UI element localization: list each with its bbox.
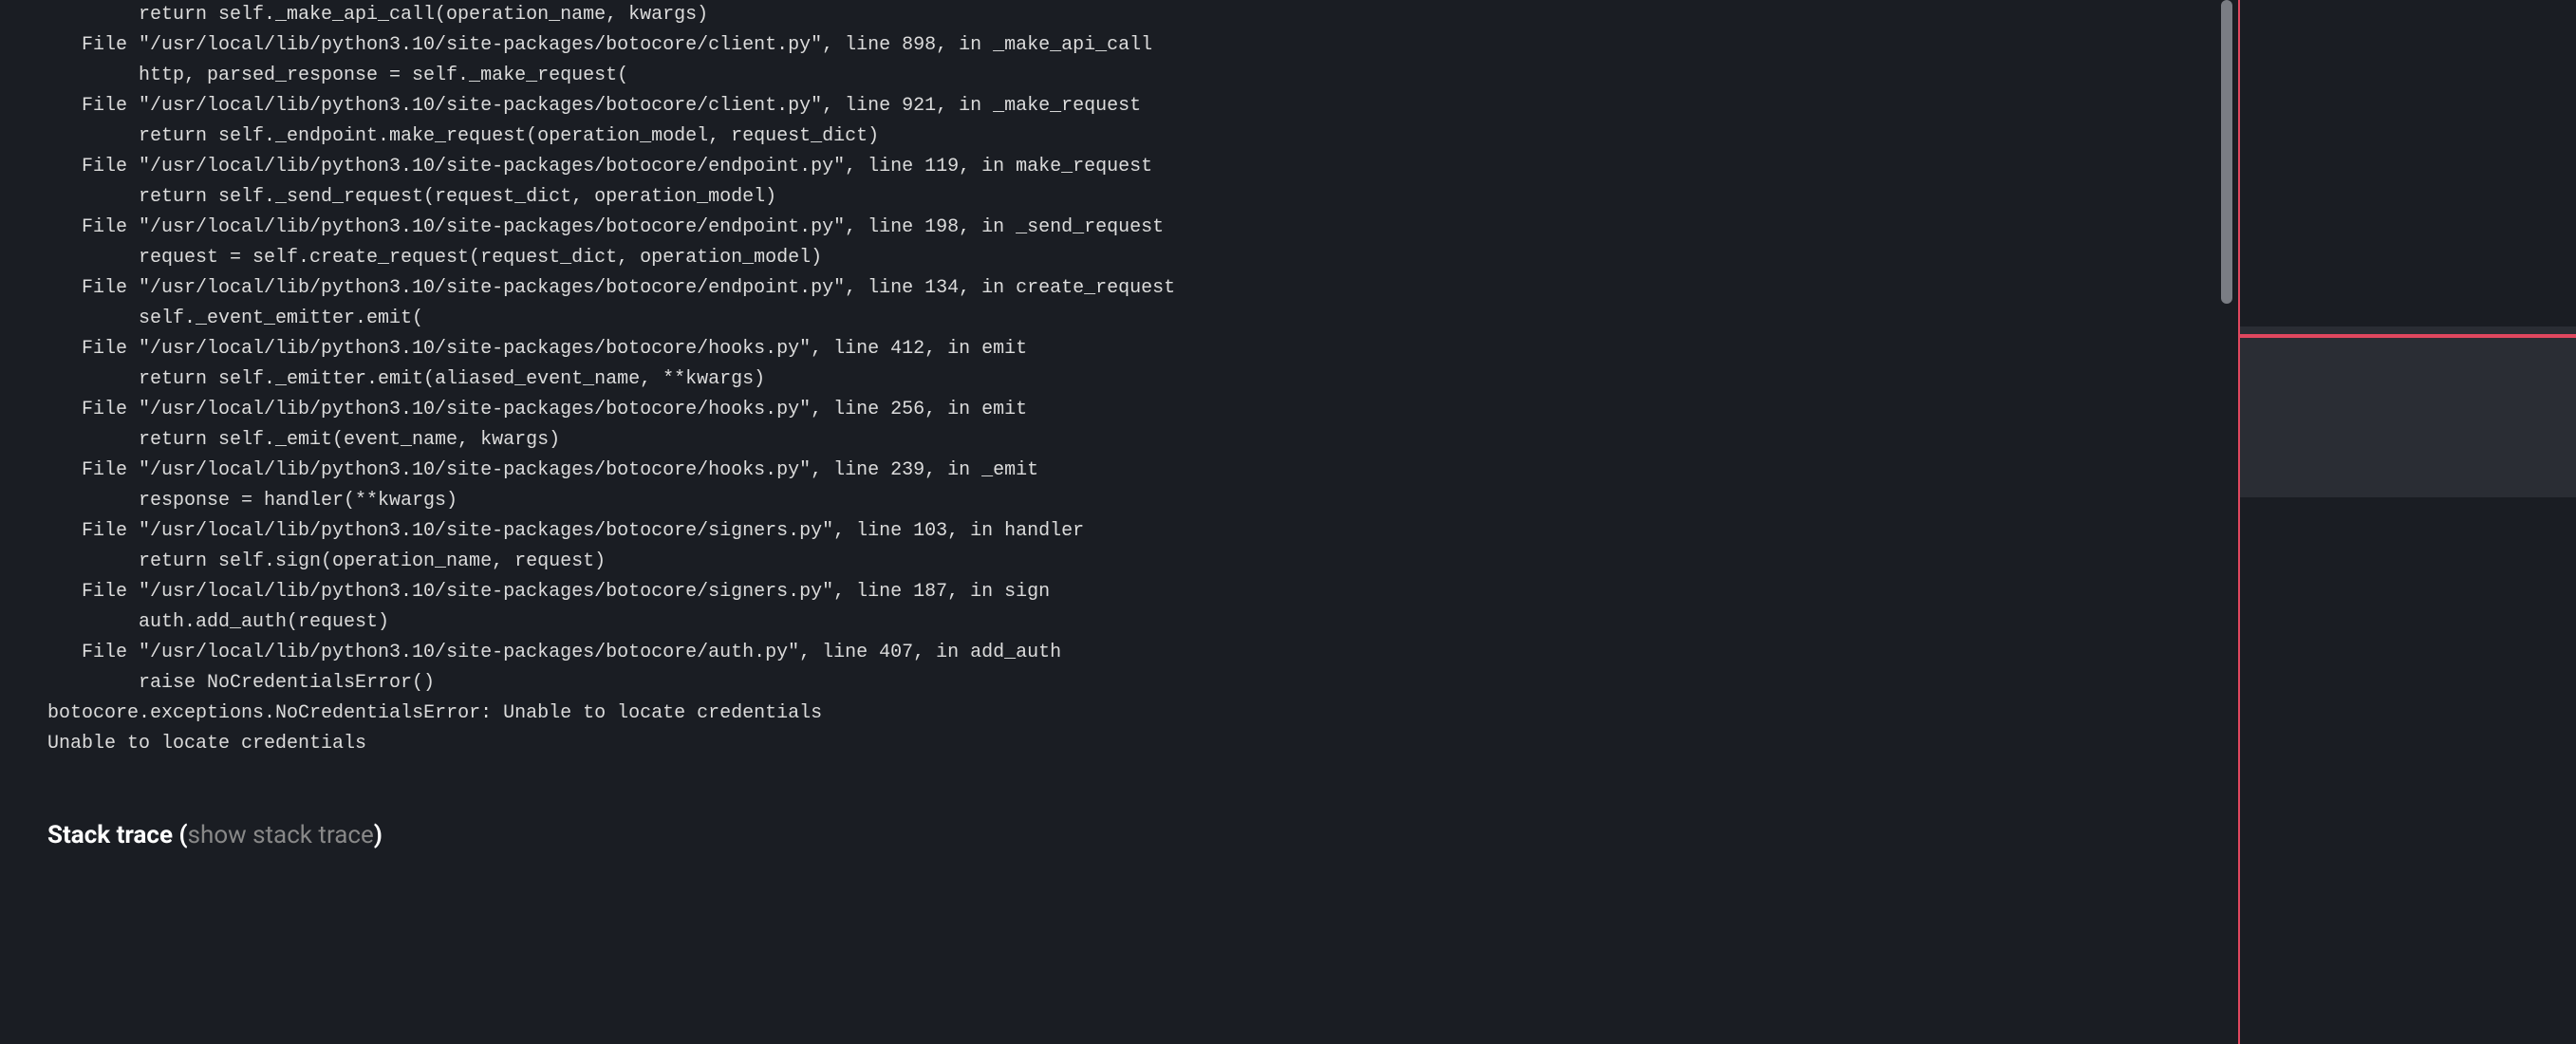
traceback-frame-line: File "/usr/local/lib/python3.10/site-pac… xyxy=(47,334,2191,364)
traceback-code-line: return self.sign(operation_name, request… xyxy=(47,547,2191,577)
traceback-frame-line: File "/usr/local/lib/python3.10/site-pac… xyxy=(47,213,2191,243)
traceback-frame-line: File "/usr/local/lib/python3.10/site-pac… xyxy=(47,152,2191,182)
scrollbar-thumb[interactable] xyxy=(2221,0,2232,304)
traceback-code-line: raise NoCredentialsError() xyxy=(47,668,2191,699)
traceback-frame-line: File "/usr/local/lib/python3.10/site-pac… xyxy=(47,456,2191,486)
stack-trace-label-prefix: Stack trace ( xyxy=(47,821,188,849)
traceback-code-line: response = handler(**kwargs) xyxy=(47,486,2191,516)
minimap-panel xyxy=(2240,0,2576,1044)
traceback-frame-line: File "/usr/local/lib/python3.10/site-pac… xyxy=(47,395,2191,425)
traceback-code-line: return self._emitter.emit(aliased_event_… xyxy=(47,364,2191,395)
traceback-frame-line: File "/usr/local/lib/python3.10/site-pac… xyxy=(47,638,2191,668)
traceback-frame-line: File "/usr/local/lib/python3.10/site-pac… xyxy=(47,91,2191,121)
minimap-region xyxy=(2240,326,2576,497)
minimap-error-marker[interactable] xyxy=(2240,334,2576,338)
traceback-code-line: return self._emit(event_name, kwargs) xyxy=(47,425,2191,456)
traceback-code-line: return self._send_request(request_dict, … xyxy=(47,182,2191,213)
scrollbar-track[interactable] xyxy=(2221,0,2232,1044)
traceback-code-line: self._event_emitter.emit( xyxy=(47,304,2191,334)
traceback-error-line: Unable to locate credentials xyxy=(47,729,2191,759)
traceback-code-line: return self._endpoint.make_request(opera… xyxy=(47,121,2191,152)
show-stack-trace-link[interactable]: show stack trace xyxy=(188,821,374,849)
traceback-frame-line: File "/usr/local/lib/python3.10/site-pac… xyxy=(47,30,2191,61)
stack-trace-toggle-section: Stack trace (show stack trace) xyxy=(0,788,2238,856)
error-log-panel: return self._make_api_call(operation_nam… xyxy=(0,0,2240,1044)
traceback-text[interactable]: return self._make_api_call(operation_nam… xyxy=(0,0,2238,788)
traceback-code-line: http, parsed_response = self._make_reque… xyxy=(47,61,2191,91)
traceback-code-line: return self._make_api_call(operation_nam… xyxy=(47,0,2191,30)
traceback-error-line: botocore.exceptions.NoCredentialsError: … xyxy=(47,699,2191,729)
traceback-code-line: auth.add_auth(request) xyxy=(47,607,2191,638)
traceback-code-line: request = self.create_request(request_di… xyxy=(47,243,2191,273)
traceback-frame-line: File "/usr/local/lib/python3.10/site-pac… xyxy=(47,577,2191,607)
stack-trace-label-suffix: ) xyxy=(374,821,383,849)
traceback-frame-line: File "/usr/local/lib/python3.10/site-pac… xyxy=(47,516,2191,547)
traceback-frame-line: File "/usr/local/lib/python3.10/site-pac… xyxy=(47,273,2191,304)
